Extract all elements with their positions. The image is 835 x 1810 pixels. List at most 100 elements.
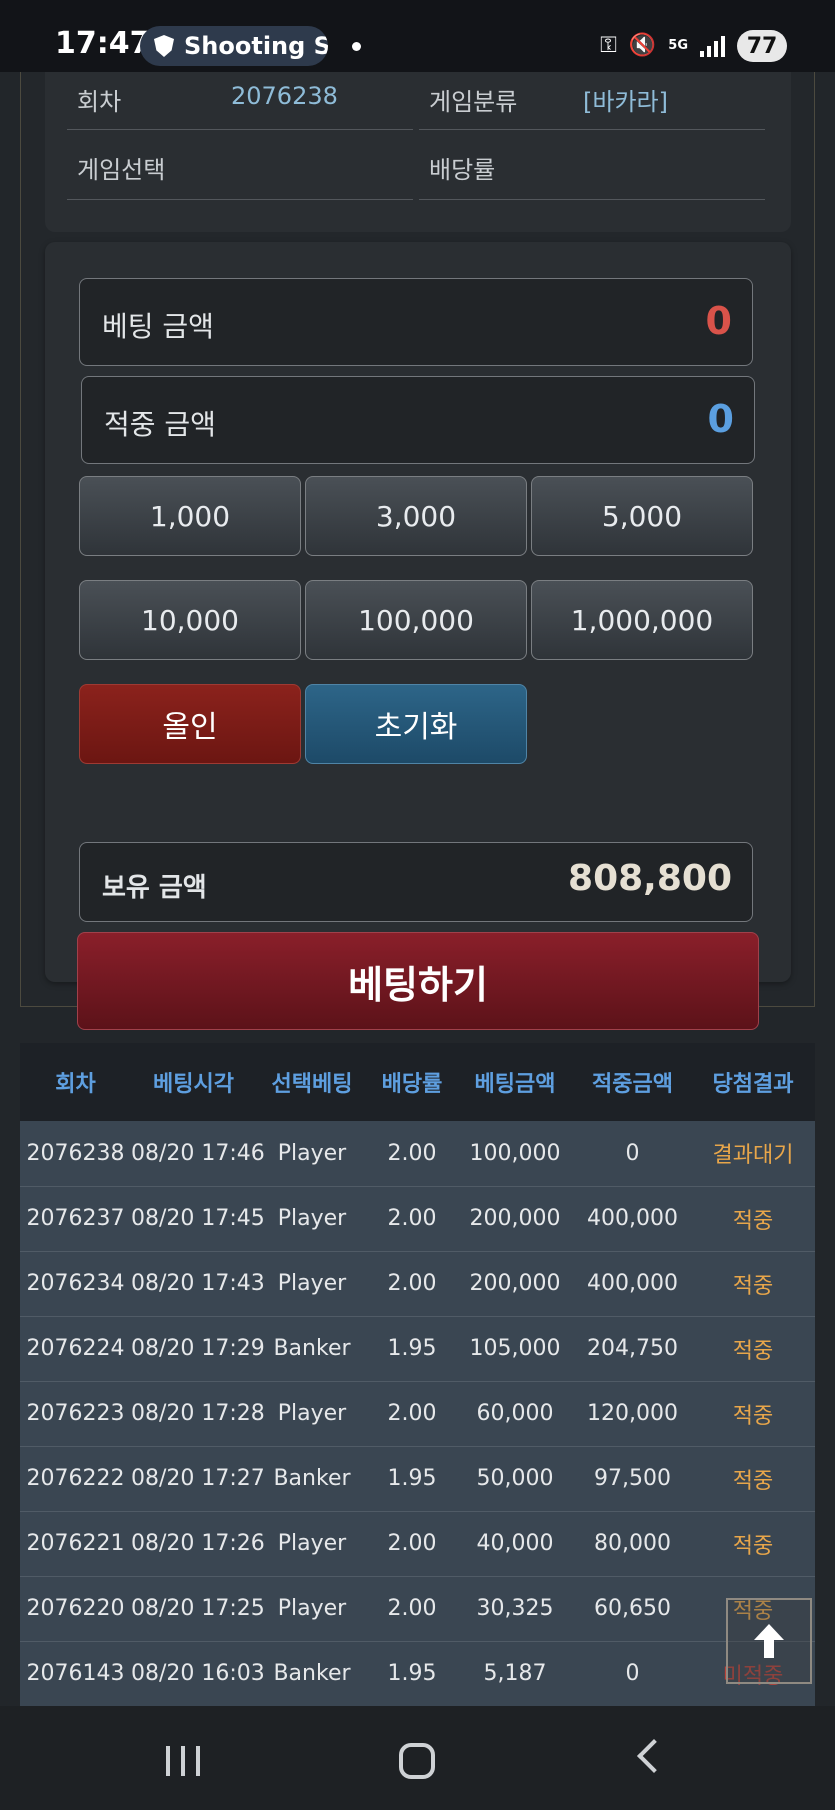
cell-result: 적중 — [691, 1316, 815, 1382]
cell-result: 적중 — [691, 1251, 815, 1317]
cell-bet-amount: 5,187 — [456, 1641, 574, 1707]
cell-win-amount: 400,000 — [574, 1251, 691, 1317]
cell-selection: Banker — [256, 1641, 368, 1707]
arrow-up-icon — [754, 1624, 784, 1658]
cell-bet-amount: 40,000 — [456, 1511, 574, 1577]
cell-selection: Player — [256, 1381, 368, 1447]
cell-round: 2076223 — [20, 1381, 131, 1447]
all-in-button[interactable]: 올인 — [79, 684, 301, 764]
reset-button[interactable]: 초기화 — [305, 684, 527, 764]
cell-result: 결과대기 — [691, 1121, 815, 1187]
header-result: 당첨결과 — [691, 1043, 815, 1121]
chip-3000-button[interactable]: 3,000 — [305, 476, 527, 556]
cell-round: 2076238 — [20, 1121, 131, 1187]
header-selection: 선택베팅 — [256, 1043, 368, 1121]
cell-win-amount: 80,000 — [574, 1511, 691, 1577]
browser-tab-pill[interactable]: Shooting S — [140, 26, 328, 66]
cell-round: 2076234 — [20, 1251, 131, 1317]
cell-odds: 2.00 — [368, 1576, 456, 1642]
cell-odds: 2.00 — [368, 1121, 456, 1187]
cell-bet-time: 08/20 17:45 — [131, 1186, 265, 1252]
back-button[interactable] — [637, 1739, 671, 1773]
betting-panel: 베팅 금액 0 적중 금액 0 1,000 3,000 5,000 10,000… — [45, 242, 791, 1030]
cell-odds: 2.00 — [368, 1186, 456, 1252]
status-bar: 17:47 Shooting S ⚿ 🔇 5G 77 — [0, 0, 835, 72]
cell-bet-time: 08/20 17:43 — [131, 1251, 265, 1317]
category-value: [바카라] — [583, 88, 668, 116]
cell-bet-amount: 50,000 — [456, 1446, 574, 1512]
tab-title: Shooting S — [184, 32, 328, 60]
table-row: 2076221 08/20 17:26 Player 2.00 40,000 8… — [20, 1511, 815, 1577]
mute-icon: 🔇 — [628, 33, 657, 58]
chip-1000-button[interactable]: 1,000 — [79, 476, 301, 556]
table-row: 2076222 08/20 17:27 Banker 1.95 50,000 9… — [20, 1446, 815, 1512]
chip-100000-button[interactable]: 100,000 — [305, 580, 527, 660]
win-amount-label: 적중 금액 — [104, 408, 216, 441]
cell-round: 2076221 — [20, 1511, 131, 1577]
selection-cell: 게임선택 — [67, 130, 413, 200]
notification-dot-icon — [352, 42, 361, 51]
table-row: 2076224 08/20 17:29 Banker 1.95 105,000 … — [20, 1316, 815, 1382]
bet-amount-label: 베팅 금액 — [102, 310, 214, 343]
signal-icon — [700, 35, 725, 57]
table-row: 2076223 08/20 17:28 Player 2.00 60,000 1… — [20, 1381, 815, 1447]
cell-round: 2076237 — [20, 1186, 131, 1252]
cell-round: 2076224 — [20, 1316, 131, 1382]
cell-bet-time: 08/20 17:29 — [131, 1316, 265, 1382]
status-time: 17:47 — [55, 26, 151, 61]
home-button[interactable] — [399, 1743, 435, 1779]
cell-bet-time: 08/20 17:26 — [131, 1511, 265, 1577]
key-icon: ⚿ — [600, 33, 617, 58]
cell-selection: Player — [256, 1576, 368, 1642]
cell-result: 적중 — [691, 1446, 815, 1512]
cell-selection: Banker — [256, 1316, 368, 1382]
win-amount-value: 0 — [707, 397, 734, 441]
header-bet-time: 베팅시각 — [131, 1043, 256, 1121]
chip-5000-button[interactable]: 5,000 — [531, 476, 753, 556]
category-label: 게임분류 — [429, 88, 518, 116]
cell-win-amount: 0 — [574, 1641, 691, 1707]
system-nav-bar — [0, 1706, 835, 1810]
table-row: 2076238 08/20 17:46 Player 2.00 100,000 … — [20, 1121, 815, 1187]
network-type: 5G — [668, 38, 688, 53]
cell-bet-amount: 200,000 — [456, 1186, 574, 1252]
cell-bet-amount: 100,000 — [456, 1121, 574, 1187]
cell-odds: 2.00 — [368, 1251, 456, 1317]
recent-apps-button[interactable] — [166, 1746, 200, 1776]
chip-10000-button[interactable]: 10,000 — [79, 580, 301, 660]
cell-odds: 2.00 — [368, 1381, 456, 1447]
cell-bet-amount: 30,325 — [456, 1576, 574, 1642]
cell-bet-time: 08/20 17:28 — [131, 1381, 265, 1447]
cell-bet-amount: 200,000 — [456, 1251, 574, 1317]
bet-amount-value: 0 — [705, 299, 732, 343]
balance-value: 808,800 — [568, 858, 732, 899]
round-label: 회차 — [77, 88, 122, 116]
table-row: 2076234 08/20 17:43 Player 2.00 200,000 … — [20, 1251, 815, 1317]
bet-amount-box: 베팅 금액 0 — [79, 278, 753, 366]
game-info-card: 회차 2076238 게임분류 [바카라] 게임선택 배당률 — [45, 72, 791, 232]
cell-selection: Player — [256, 1186, 368, 1252]
cell-selection: Player — [256, 1251, 368, 1317]
round-cell: 회차 2076238 — [67, 72, 413, 130]
cell-bet-amount: 105,000 — [456, 1316, 574, 1382]
chip-1000000-button[interactable]: 1,000,000 — [531, 580, 753, 660]
cell-selection: Player — [256, 1121, 368, 1187]
balance-label: 보유 금액 — [102, 873, 207, 903]
cell-bet-time: 08/20 17:46 — [131, 1121, 265, 1187]
table-row: 2076143 08/20 16:03 Banker 1.95 5,187 0 … — [20, 1641, 815, 1707]
table-header-row: 회차 베팅시각 선택베팅 배당률 베팅금액 적중금액 당첨결과 — [20, 1043, 815, 1121]
win-amount-box: 적중 금액 0 — [81, 376, 755, 464]
cell-bet-time: 08/20 16:03 — [131, 1641, 265, 1707]
cell-bet-time: 08/20 17:27 — [131, 1446, 265, 1512]
status-icons: ⚿ 🔇 5G 77 — [600, 28, 787, 64]
cell-selection: Player — [256, 1511, 368, 1577]
header-win-amount: 적중금액 — [574, 1043, 691, 1121]
scroll-to-top-button[interactable] — [726, 1598, 812, 1684]
cell-round: 2076220 — [20, 1576, 131, 1642]
cell-win-amount: 204,750 — [574, 1316, 691, 1382]
cell-win-amount: 60,650 — [574, 1576, 691, 1642]
cell-round: 2076143 — [20, 1641, 131, 1707]
cell-selection: Banker — [256, 1446, 368, 1512]
cell-round: 2076222 — [20, 1446, 131, 1512]
place-bet-button[interactable]: 베팅하기 — [77, 932, 759, 1030]
